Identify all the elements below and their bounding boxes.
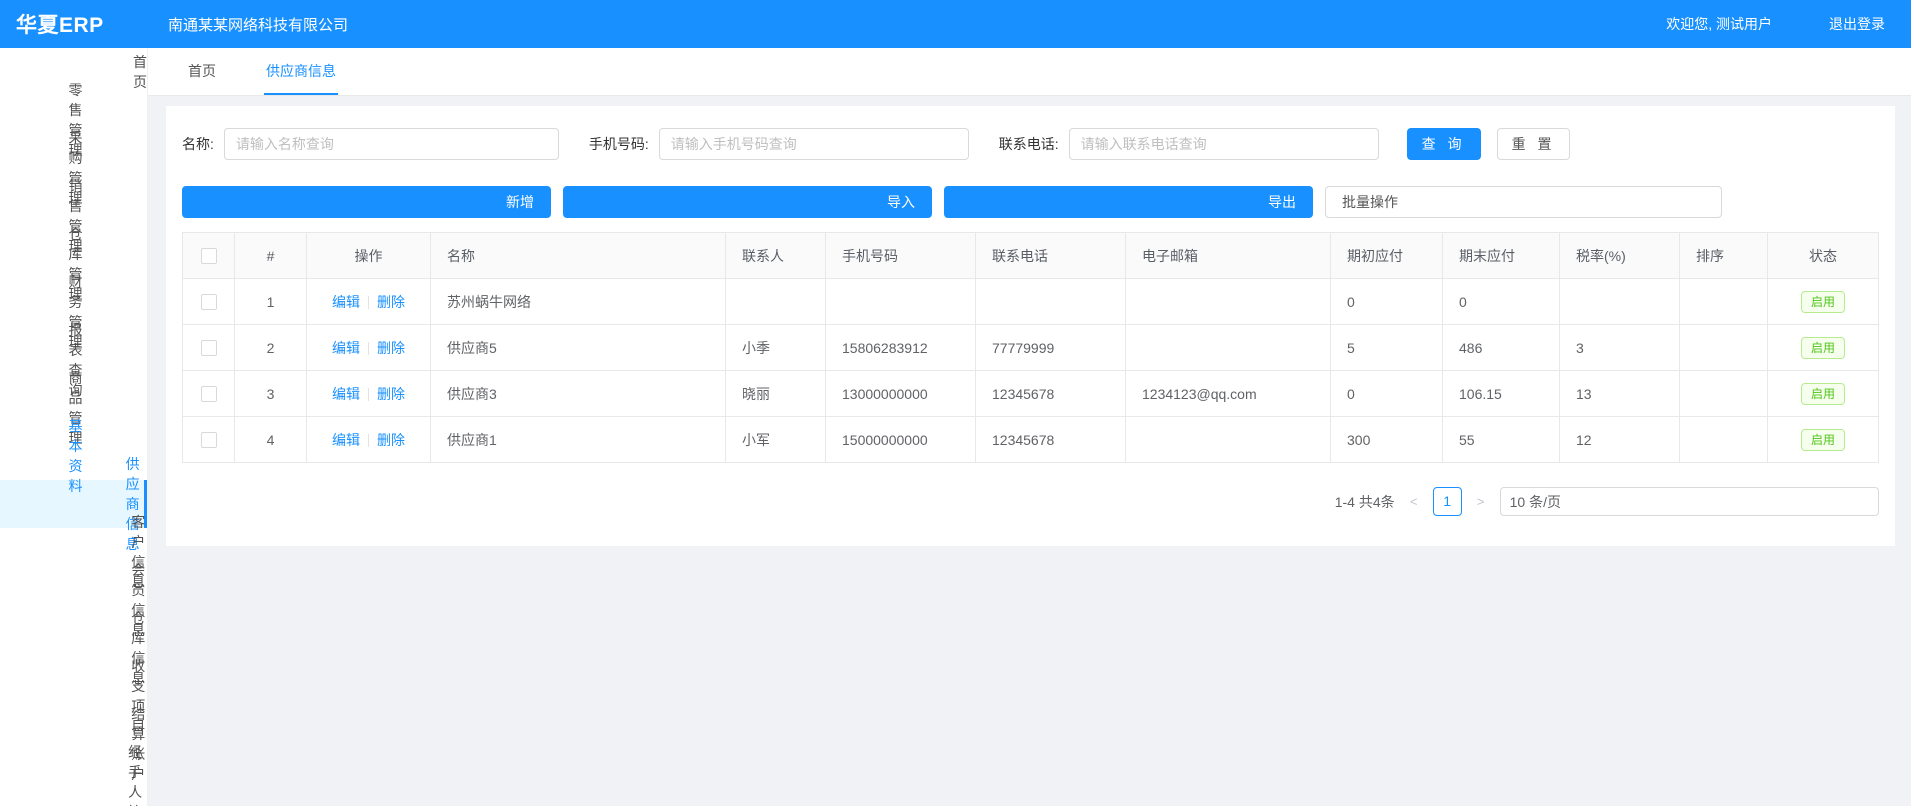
page-size-value: 10 条/页: [1510, 492, 1561, 512]
divider: [368, 296, 369, 309]
main-content: 首页 供应商信息 名称: 手机号码: 联系电话: 查 询 重 置 新增: [148, 48, 1911, 806]
logout-button[interactable]: 退出登录: [1806, 14, 1885, 34]
logout-icon: [1806, 16, 1823, 33]
page-size-select[interactable]: 10 条/页: [1500, 487, 1879, 516]
bank-icon[interactable]: [1564, 16, 1581, 33]
row-checkbox[interactable]: [201, 386, 217, 402]
supplier-panel: 名称: 手机号码: 联系电话: 查 询 重 置 新增 导入: [166, 106, 1895, 546]
welcome-text: 欢迎您, 测试用户: [1666, 14, 1772, 34]
edit-link[interactable]: 编辑: [332, 294, 360, 310]
import-button[interactable]: 导入: [563, 186, 932, 218]
doc-icon: [38, 750, 119, 806]
next-page-button[interactable]: >: [1472, 494, 1490, 509]
warehouse-icon: [17, 242, 59, 287]
add-button[interactable]: 新增: [182, 186, 551, 218]
cell-telephone: 12345678: [976, 417, 1126, 463]
cell-email: 1234123@qq.com: [1126, 371, 1331, 417]
purchase-icon: [17, 146, 59, 191]
chevron-down-icon: [93, 99, 148, 141]
chevron-down-icon: [1405, 52, 1705, 352]
row-checkbox[interactable]: [201, 340, 217, 356]
chevron-down-icon: [93, 243, 148, 285]
cell-name: 供应商1: [431, 417, 726, 463]
cell-end-payable: 55: [1443, 417, 1560, 463]
export-icon: [961, 52, 1261, 352]
pagination: 1-4 共4条 < 1 > 10 条/页: [182, 487, 1879, 516]
finance-icon: [17, 290, 59, 335]
search-icon[interactable]: [1513, 16, 1530, 33]
chevron-down-icon: [93, 147, 148, 189]
sale-icon: [17, 194, 59, 239]
sidebar-subitem-handler[interactable]: 经手人管理: [0, 768, 147, 806]
cell-end-payable: 106.15: [1443, 371, 1560, 417]
app-logo: 华夏ERP: [0, 9, 148, 39]
delete-link[interactable]: 删除: [377, 386, 405, 402]
column-header: 状态: [1768, 233, 1879, 279]
chevron-down-icon: [93, 387, 148, 429]
edit-link[interactable]: 编辑: [332, 340, 360, 356]
delete-link[interactable]: 删除: [377, 340, 405, 356]
goods-icon: [17, 386, 59, 431]
top-header: 华夏ERP 南通某某网络科技有限公司 欢迎您, 测试用户 退出登录: [0, 0, 1911, 48]
divider: [368, 342, 369, 355]
chevron-down-icon: [93, 339, 148, 381]
edit-link[interactable]: 编辑: [332, 432, 360, 448]
cell-telephone: 12345678: [976, 371, 1126, 417]
pagination-total: 1-4 共4条: [1335, 492, 1395, 512]
import-icon: [580, 52, 880, 352]
status-badge: 启用: [1801, 291, 1845, 313]
delete-link[interactable]: 删除: [377, 432, 405, 448]
export-button-label: 导出: [1268, 192, 1296, 212]
chevron-down-icon: [93, 195, 148, 237]
batch-operations-button[interactable]: 批量操作: [1325, 186, 1722, 218]
row-index: 4: [235, 417, 307, 463]
cell-name: 供应商3: [431, 371, 726, 417]
row-checkbox[interactable]: [201, 294, 217, 310]
cell-phone: 15000000000: [826, 417, 976, 463]
add-button-label: 新增: [506, 192, 534, 212]
prev-page-button[interactable]: <: [1405, 494, 1423, 509]
batch-operations-label: 批量操作: [1342, 192, 1398, 212]
cell-begin-payable: 300: [1331, 417, 1443, 463]
row-index: 3: [235, 371, 307, 417]
cell-begin-payable: 0: [1331, 371, 1443, 417]
select-all-checkbox[interactable]: [201, 248, 217, 264]
sidebar-item-label: 首页: [133, 52, 147, 92]
row-checkbox[interactable]: [201, 432, 217, 448]
report-icon: [17, 338, 59, 383]
delete-link[interactable]: 删除: [377, 294, 405, 310]
cell-contact: 小军: [726, 417, 826, 463]
chevron-down-icon: [1569, 352, 1869, 652]
sidebar-subitem-label: 经手人管理: [128, 742, 147, 806]
divider: [368, 434, 369, 447]
import-button-label: 导入: [887, 192, 915, 212]
cell-phone: 13000000000: [826, 371, 976, 417]
divider: [368, 388, 369, 401]
logout-label: 退出登录: [1829, 14, 1885, 34]
edit-link[interactable]: 编辑: [332, 386, 360, 402]
action-toolbar: 新增 导入 导出 批量操作: [182, 186, 1879, 218]
sidebar: 首页零售管理采购管理销售管理仓库管理财务管理报表查询商品管理基本资料供应商信息客…: [0, 48, 148, 806]
company-name: 南通某某网络科技有限公司: [148, 14, 348, 35]
bell-icon[interactable]: [1615, 16, 1632, 33]
cell-email: [1126, 417, 1331, 463]
chevron-down-icon: [93, 291, 148, 333]
export-button[interactable]: 导出: [944, 186, 1313, 218]
page-number-button[interactable]: 1: [1433, 487, 1462, 516]
cell-contact: 晓丽: [726, 371, 826, 417]
retail-icon: [17, 98, 59, 143]
